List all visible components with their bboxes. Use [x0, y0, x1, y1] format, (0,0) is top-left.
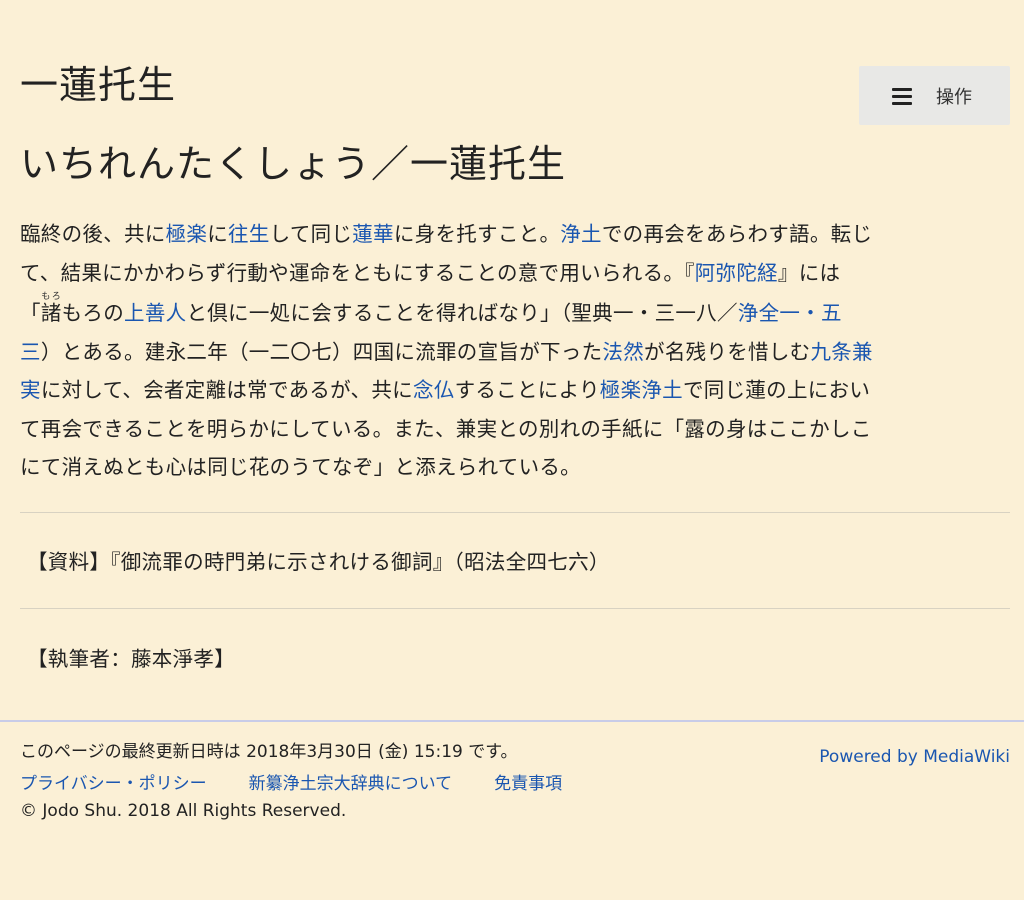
body-text: して同じ	[269, 222, 353, 246]
actions-label: 操作	[936, 86, 972, 108]
body-text: に対して、会者定離は常であるが、共に	[40, 378, 413, 402]
hamburger-menu-icon	[892, 87, 912, 105]
body-text: が名残りを惜しむ	[644, 339, 811, 364]
term-link[interactable]: 浄土	[560, 222, 602, 246]
divider	[20, 512, 1010, 513]
body-text: と倶に一処に会することを得ればなり」（聖典一・三一八／	[186, 301, 738, 325]
body-text: 』には	[777, 260, 841, 285]
body-text: にて消えぬとも心は同じ花のうてなぞ」と添えられている。	[20, 455, 581, 479]
body-text: で同じ蓮の上におい	[682, 378, 871, 402]
article-line: 「諸もろもろの上善人と倶に一処に会することを得ればなり」（聖典一・三一八／浄全一…	[20, 292, 1000, 333]
article-line: 実に対して、会者定離は常であるが、共に念仏することにより極楽浄土で同じ蓮の上にお…	[20, 371, 1000, 410]
powered-by-mediawiki-link[interactable]: Powered by MediaWiki	[819, 747, 1010, 767]
term-link[interactable]: 極楽浄土	[600, 378, 683, 402]
body-text: に身を托すこと。	[393, 222, 561, 246]
article-line: にて消えぬとも心は同じ花のうてなぞ」と添えられている。	[20, 448, 1000, 487]
disclaimer-link[interactable]: 免責事項	[494, 769, 562, 794]
article-line: て、結果にかかわらず行動や運命をともにすることの意で用いられる。『阿弥陀経』には	[20, 254, 1000, 293]
last-modified-text: このページの最終更新日時は 2018年3月30日 (金) 15:19 です。	[20, 742, 518, 762]
body-text: での再会をあらわす語。転じ	[601, 222, 873, 246]
about-link[interactable]: 新纂浄土宗大辞典について	[249, 769, 453, 794]
body-text: 「	[20, 301, 41, 325]
page-title: 一蓮托生	[20, 63, 177, 107]
body-text: て、結果にかかわらず行動や運命をともにすることの意で用いられる。『	[20, 260, 695, 285]
term-link[interactable]: 実	[20, 378, 41, 402]
author-credit: 【執筆者：藤本淨孝】	[27, 647, 235, 671]
privacy-policy-link[interactable]: プライバシー・ポリシー	[20, 769, 207, 794]
term-link[interactable]: 往生	[228, 222, 270, 246]
ruby-text: 諸もろ	[40, 292, 62, 325]
footer-links: プライバシー・ポリシー 新纂浄土宗大辞典について 免責事項	[20, 769, 604, 794]
term-link[interactable]: 阿弥陀経	[695, 261, 778, 285]
term-link[interactable]: 法然	[602, 340, 644, 364]
body-text: もろの	[61, 301, 125, 325]
body-text: に	[207, 222, 229, 246]
body-text: 臨終の後、共に	[20, 222, 166, 246]
divider	[20, 608, 1010, 609]
body-text: て再会できることを明らかにしている。また、兼実との別れの手紙に「露の身はここかし…	[20, 416, 872, 441]
footer-divider	[0, 720, 1024, 722]
term-link[interactable]: 上善人	[124, 301, 186, 325]
article-line: て再会できることを明らかにしている。また、兼実との別れの手紙に「露の身はここかし…	[20, 410, 1000, 449]
term-link[interactable]: 浄全一・五	[738, 301, 842, 325]
copyright-text: © Jodo Shu. 2018 All Rights Reserved.	[20, 801, 347, 821]
term-link[interactable]: 三	[20, 340, 41, 364]
source-reference: 【資料】『御流罪の時門弟に示されける御詞』（昭法全四七六）	[27, 550, 610, 574]
term-link[interactable]: 極楽	[166, 222, 208, 246]
article-line: 三）とある。建永二年（一二〇七）四国に流罪の宣旨が下った法然が名残りを惜しむ九条…	[20, 333, 1000, 372]
article-body: 臨終の後、共に極楽に往生して同じ蓮華に身を托すこと。浄土での再会をあらわす語。転…	[20, 215, 1000, 487]
term-link[interactable]: 九条兼	[810, 340, 872, 364]
entry-heading: いちれんたくしょう／一蓮托生	[20, 142, 567, 186]
body-text: ）とある。建永二年（一二〇七）四国に流罪の宣旨が下った	[40, 339, 603, 364]
term-link[interactable]: 念仏	[413, 378, 455, 402]
body-text: することにより	[454, 378, 600, 402]
actions-menu-button[interactable]: 操作	[859, 66, 1010, 125]
article-line: 臨終の後、共に極楽に往生して同じ蓮華に身を托すこと。浄土での再会をあらわす語。転…	[20, 215, 1000, 254]
term-link[interactable]: 蓮華	[352, 222, 394, 246]
